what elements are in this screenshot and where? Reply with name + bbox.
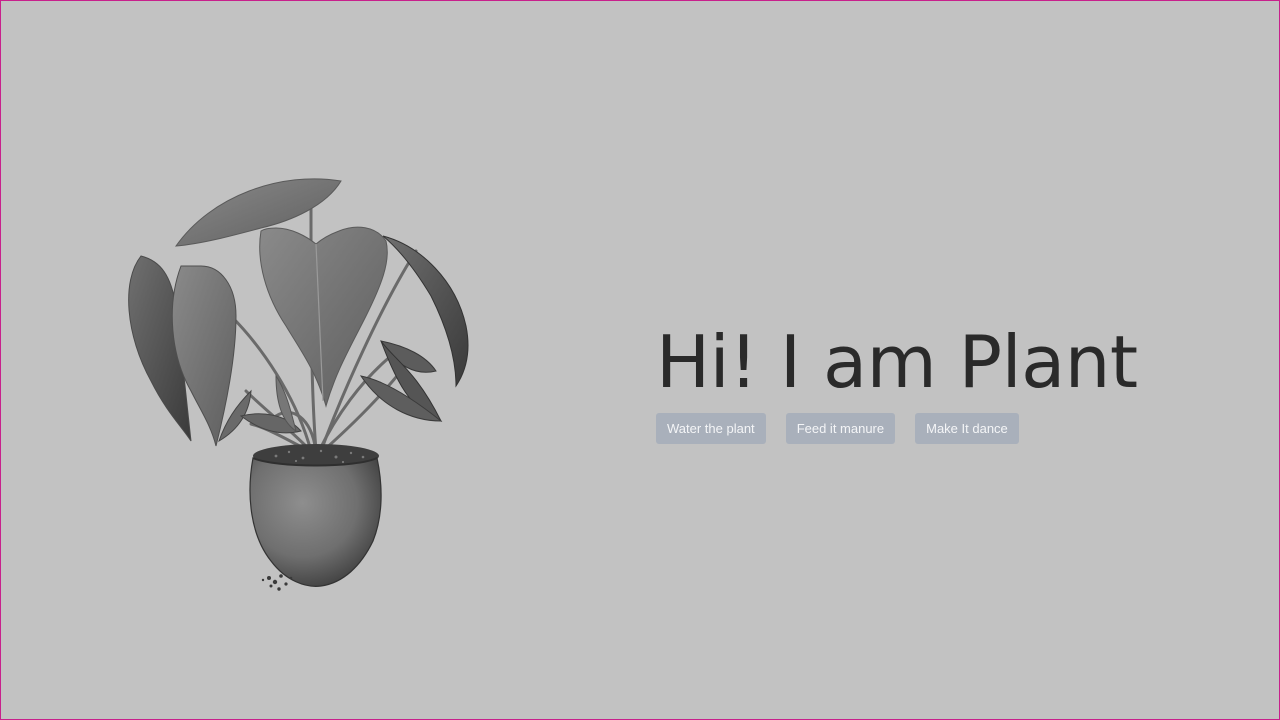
feed-manure-button[interactable]: Feed it manure [785, 413, 896, 444]
hero-section: Hi! I am Plant Water the plant Feed it m… [656, 319, 1138, 444]
plant-illustration [128, 178, 469, 591]
make-dance-button[interactable]: Make It dance [915, 413, 1019, 444]
water-plant-button[interactable]: Water the plant [656, 413, 766, 444]
plant-3d-model[interactable] [111, 166, 491, 606]
hero-title: Hi! I am Plant [656, 320, 1138, 404]
leaf-top [174, 178, 342, 247]
pot [249, 457, 382, 587]
viewport-frame: Hi! I am Plant Water the plant Feed it m… [0, 0, 1280, 720]
action-buttons: Water the plant Feed it manure Make It d… [656, 413, 1138, 444]
